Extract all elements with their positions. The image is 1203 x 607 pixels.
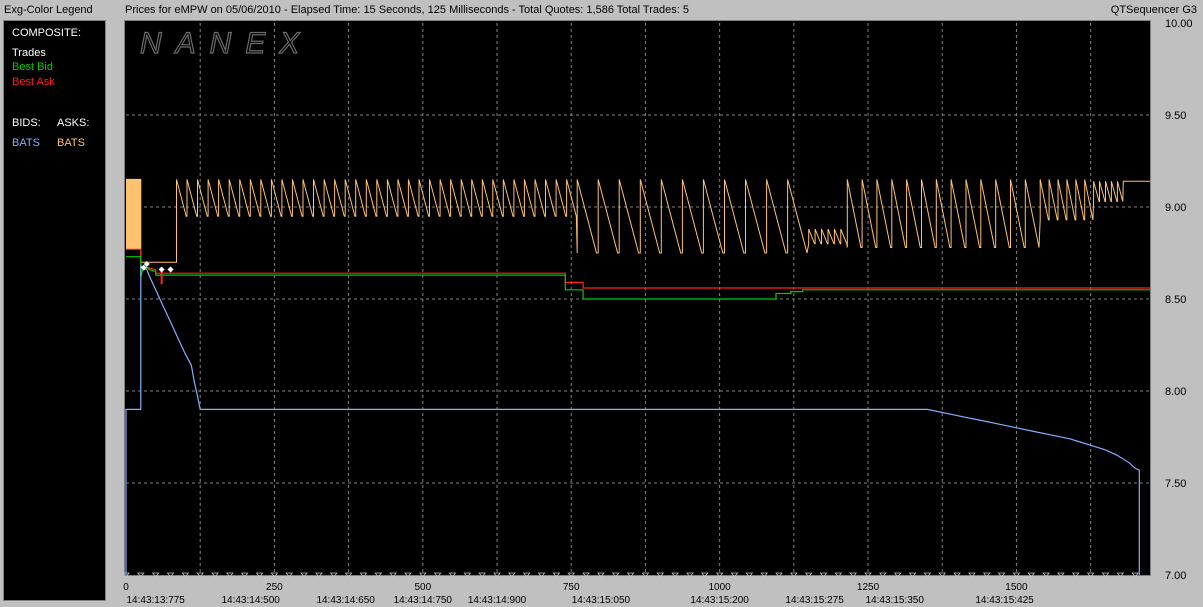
quote-marker-58 [982,572,991,578]
series-layer [125,178,1150,575]
quote-marker-32 [597,572,605,578]
y-tick-label-4: 9.00 [1165,202,1186,214]
quote-marker-12 [300,572,308,578]
x-tick-label-6: 1500 [1005,582,1028,593]
y-tick-label-1: 7.50 [1165,478,1186,490]
axis-labels: 7.00 7.50 8.00 8.50 9.00 9.50 10.00 0 250 500 750 1… [123,18,1192,606]
quote-marker-36 [656,572,665,578]
quote-marker-28 [537,572,546,578]
quote-marker-51 [879,572,887,578]
quote-marker-27 [522,572,531,578]
quote-marker-19 [404,572,412,578]
quote-marker-54 [923,572,932,578]
quote-marker-16 [359,572,368,578]
quote-marker-49 [849,572,857,578]
quote-marker-29 [552,572,561,578]
y-tick-label-0: 7.00 [1165,570,1186,582]
quote-marker-52 [893,572,902,578]
quote-marker-38 [686,572,694,578]
quote-marker-26 [508,572,516,578]
quote-marker-22 [448,572,457,578]
x-tick-label-0: 0 [123,582,129,593]
quote-marker-67 [1116,572,1125,578]
quote-marker-9 [255,572,264,578]
quote-marker-23 [463,572,472,578]
y-tick-label-3: 8.50 [1165,294,1186,306]
series-best-ask [126,248,1150,289]
y-tick-label-6: 10.00 [1165,18,1193,30]
x-tick-label-4: 1000 [708,582,731,593]
quote-marker-53 [908,572,917,578]
time-label-5: 14:43:15:050 [572,595,631,606]
quote-marker-3 [166,572,175,578]
ask-box [126,179,141,250]
quote-marker-2 [151,572,160,578]
quote-marker-34 [626,572,635,578]
time-label-1: 14:43:14:500 [221,595,280,606]
price-chart: NANEX 7.00 7.50 8.00 8.50 9.00 9.50 10.00 0 250 5… [122,18,1193,606]
quote-marker-17 [374,572,383,578]
quote-marker-68 [1131,572,1139,578]
quote-marker-43 [760,572,768,578]
time-label-6: 14:43:15:200 [690,595,749,606]
series-bats-bid [125,264,1140,575]
grid-lines [122,23,1150,578]
x-tick-label-1: 250 [266,582,283,593]
series-best-bid [126,256,1150,300]
quote-marker-62 [1042,572,1050,578]
quote-marker-57 [968,572,976,578]
trade-marker-3 [167,266,174,273]
x-tick-label-3: 750 [563,582,580,593]
quote-marker-11 [285,572,294,578]
quote-marker-63 [1057,572,1065,578]
time-label-8: 14:43:15:350 [866,595,925,606]
trade-marker-2 [158,266,165,273]
quote-marker-31 [582,572,590,578]
time-label-0: 14:43:13:775 [126,595,185,606]
x-tick-label-2: 500 [414,582,431,593]
x-tick-label-5: 1250 [857,582,880,593]
quote-marker-46 [804,572,813,578]
time-label-3: 14:43:14:750 [394,595,453,606]
series-bats-ask [126,178,1150,263]
time-label-4: 14:43:14:900 [468,595,527,606]
quote-marker-48 [834,572,843,578]
quote-marker-33 [611,572,620,578]
quote-marker-42 [745,572,754,578]
quote-marker-21 [433,572,442,578]
quote-marker-14 [329,572,338,578]
quote-marker-39 [700,572,709,578]
quote-marker-4 [181,572,190,578]
quote-marker-64 [1072,572,1080,578]
quote-marker-41 [730,572,739,578]
quote-marker-1 [137,572,145,578]
quote-marker-24 [478,572,486,578]
time-label-7: 14:43:15:275 [785,595,844,606]
quote-marker-7 [226,572,234,578]
quote-marker-18 [389,572,397,578]
watermark: NANEX [140,27,313,60]
y-tick-label-5: 9.50 [1165,110,1186,122]
quote-marker-66 [1101,572,1110,578]
quote-marker-59 [997,572,1006,578]
quote-marker-47 [819,572,828,578]
quote-marker-8 [240,572,249,578]
quote-marker-6 [211,572,219,578]
quote-marker-56 [953,572,961,578]
time-label-9: 14:43:15:425 [975,595,1034,606]
quote-marker-61 [1027,572,1036,578]
time-label-2: 14:43:14:650 [316,595,375,606]
quote-marker-13 [315,572,323,578]
y-tick-label-2: 8.00 [1165,386,1186,398]
quote-marker-37 [671,572,679,578]
quote-marker-44 [775,572,783,578]
